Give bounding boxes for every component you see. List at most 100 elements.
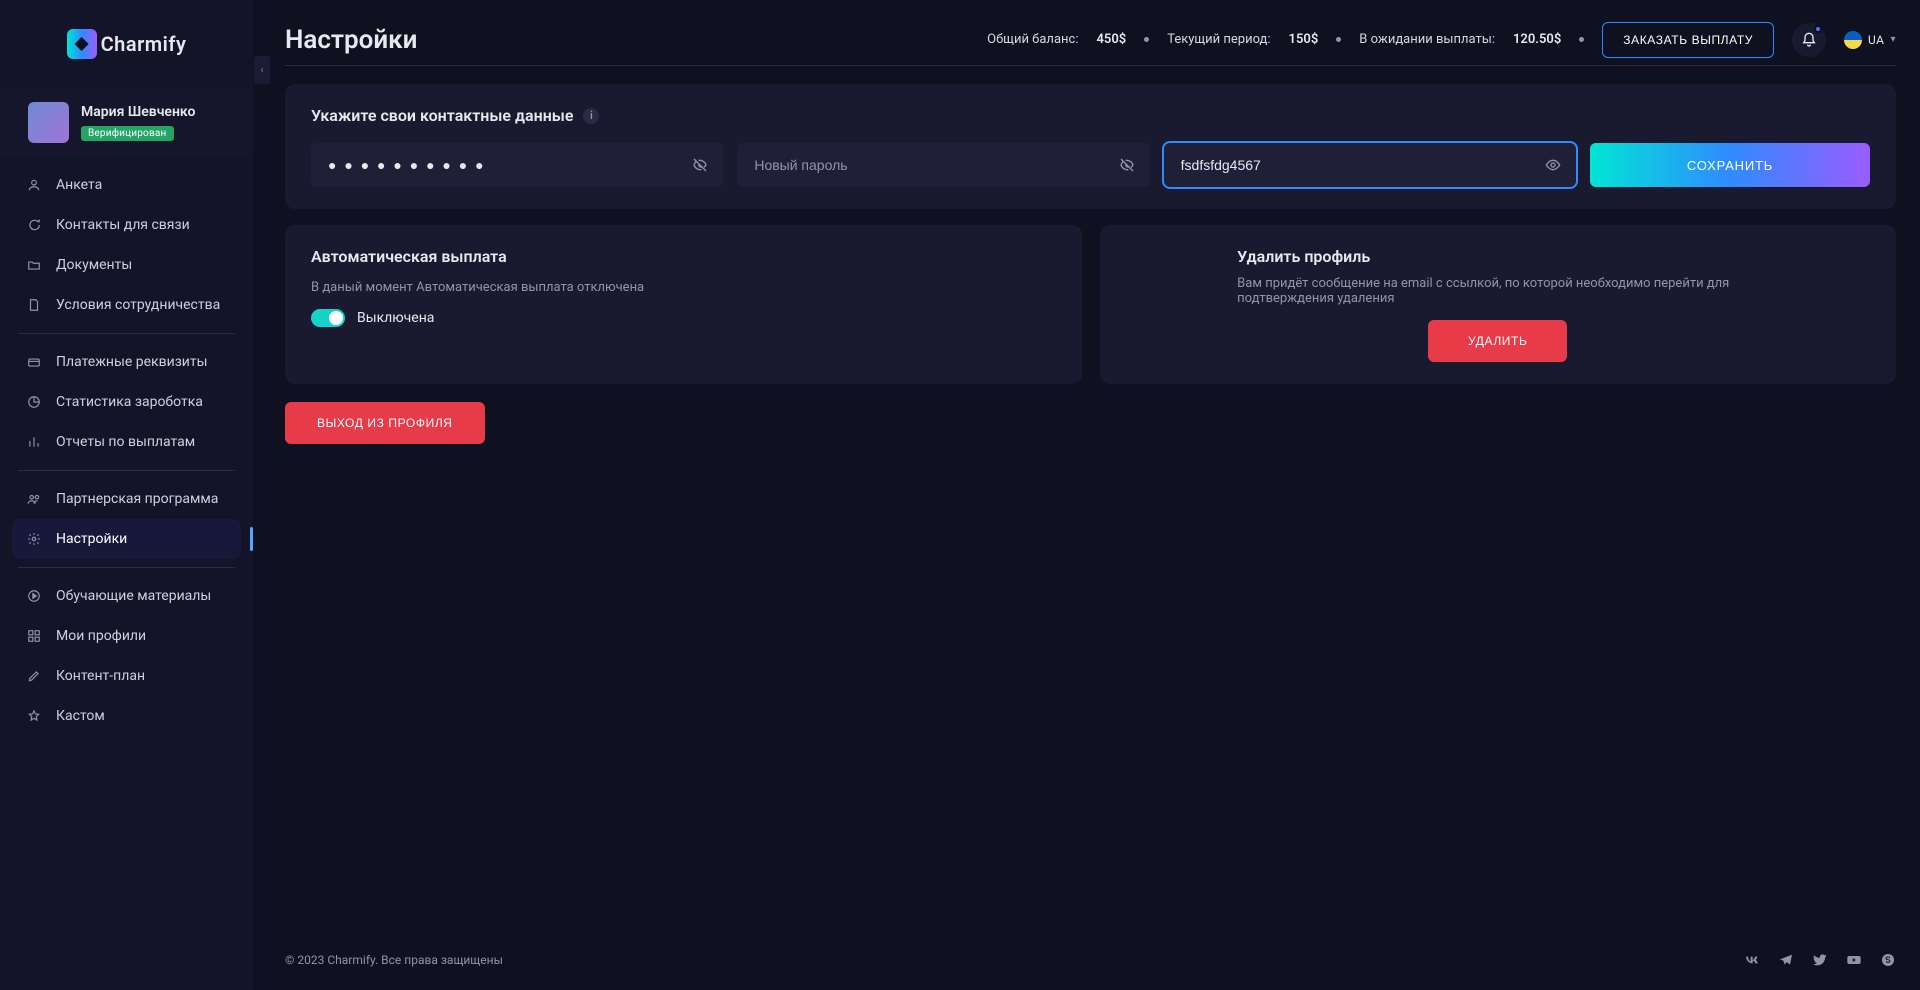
nav-item-earnings-stats[interactable]: Статистика зароботка	[12, 382, 241, 422]
profile-name: Мария Шевченко	[81, 104, 195, 120]
notification-dot-icon	[1814, 25, 1822, 33]
footer-socials	[1744, 952, 1896, 968]
sidebar-collapse-button[interactable]: ‹	[254, 56, 270, 84]
language-switcher[interactable]: UA ▾	[1844, 31, 1896, 49]
brand-name: Charmify	[101, 32, 187, 56]
chevron-down-icon: ▾	[1890, 34, 1896, 45]
eye-off-icon[interactable]	[1119, 157, 1135, 173]
toggle-state-label: Выключена	[357, 310, 434, 326]
footer: © 2023 Charmify. Все права защищены	[285, 930, 1896, 990]
lang-code: UA	[1868, 33, 1884, 47]
nav-item-profile-form[interactable]: Анкета	[12, 165, 241, 205]
nav-label: Условия сотрудничества	[56, 297, 220, 313]
nav: Анкета Контакты для связи Документы Усло…	[0, 157, 253, 744]
avatar	[28, 102, 69, 143]
nav-item-affiliate[interactable]: Партнерская программа	[12, 479, 241, 519]
text-input[interactable]	[1179, 156, 1535, 174]
nav-item-payment-details[interactable]: Платежные реквизиты	[12, 342, 241, 382]
auto-payout-toggle[interactable]	[311, 309, 345, 327]
auto-payout-card: Автоматическая выплата В даный момент Ав…	[285, 225, 1082, 384]
order-payout-button[interactable]: ЗАКАЗАТЬ ВЫПЛАТУ	[1602, 22, 1774, 58]
delete-profile-desc: Вам придёт сообщение на email с ссылкой,…	[1237, 276, 1758, 306]
profile-card[interactable]: Мария Шевченко Верифицирован	[0, 88, 253, 157]
info-icon[interactable]: i	[583, 108, 599, 124]
verified-badge: Верифицирован	[81, 126, 174, 141]
nav-label: Отчеты по выплатам	[56, 434, 195, 450]
total-balance-label: Общий баланс:	[987, 32, 1078, 47]
contact-card-title: Укажите свои контактные данные i	[311, 106, 1870, 125]
nav-item-content-plan[interactable]: Контент-план	[12, 656, 241, 696]
auto-payout-desc: В даный момент Автоматическая выплата от…	[311, 280, 1056, 295]
contact-inputs-row: СОХРАНИТЬ	[311, 143, 1870, 187]
total-balance-value: 450$	[1096, 32, 1126, 47]
nav-label: Статистика зароботка	[56, 394, 203, 410]
nav-label: Контакты для связи	[56, 217, 190, 233]
nav-label: Документы	[56, 257, 132, 273]
save-button[interactable]: СОХРАНИТЬ	[1590, 143, 1870, 187]
folder-icon	[26, 257, 42, 273]
current-period-value: 150$	[1289, 32, 1319, 47]
page-title: Настройки	[285, 25, 417, 55]
text-field[interactable]	[1164, 143, 1576, 187]
pencil-icon	[26, 668, 42, 684]
logout-button[interactable]: ВЫХОД ИЗ ПРОФИЛЯ	[285, 402, 485, 444]
gear-icon	[26, 531, 42, 547]
current-password-field[interactable]	[311, 143, 723, 187]
pie-icon	[26, 394, 42, 410]
eye-off-icon[interactable]	[692, 157, 708, 173]
auto-payout-toggle-row: Выключена	[311, 309, 1056, 327]
nav-label: Анкета	[56, 177, 102, 193]
grid-icon	[26, 628, 42, 644]
nav-label: Платежные реквизиты	[56, 354, 208, 370]
nav-item-contacts[interactable]: Контакты для связи	[12, 205, 241, 245]
bell-icon	[1801, 32, 1817, 48]
bars-icon	[26, 434, 42, 450]
youtube-icon[interactable]	[1846, 952, 1862, 968]
chevron-left-icon: ‹	[260, 65, 263, 76]
profile-meta: Мария Шевченко Верифицирован	[81, 104, 195, 141]
brand-logo[interactable]: Charmify	[67, 29, 187, 59]
notifications-button[interactable]	[1792, 23, 1826, 57]
eye-icon[interactable]	[1545, 157, 1561, 173]
vk-icon[interactable]	[1744, 952, 1760, 968]
topbar-right: Общий баланс: 450$ Текущий период: 150$ …	[987, 22, 1896, 58]
balance-group: Общий баланс: 450$ Текущий период: 150$ …	[987, 32, 1584, 47]
logo-area: Charmify	[0, 0, 253, 88]
twitter-icon[interactable]	[1812, 952, 1828, 968]
user-icon	[26, 177, 42, 193]
contact-data-card: Укажите свои контактные данные i СОХРАНИ…	[285, 84, 1896, 209]
new-password-field[interactable]	[737, 143, 1149, 187]
users-icon	[26, 491, 42, 507]
nav-item-learning[interactable]: Обучающие материалы	[12, 576, 241, 616]
delete-profile-button[interactable]: УДАЛИТЬ	[1428, 320, 1567, 362]
nav-label: Мои профили	[56, 628, 146, 644]
logo-mark-icon	[67, 29, 97, 59]
nav-item-settings[interactable]: Настройки	[12, 519, 241, 559]
contact-card-title-text: Укажите свои контактные данные	[311, 106, 573, 125]
delete-profile-card: Удалить профиль Вам придёт сообщение на …	[1100, 225, 1897, 384]
nav-item-payout-reports[interactable]: Отчеты по выплатам	[12, 422, 241, 462]
nav-item-terms[interactable]: Условия сотрудничества	[12, 285, 241, 325]
star-icon	[26, 708, 42, 724]
nav-divider	[18, 333, 235, 334]
nav-divider	[18, 567, 235, 568]
nav-item-my-profiles[interactable]: Мои профили	[12, 616, 241, 656]
delete-profile-left: Удалить профиль Вам придёт сообщение на …	[1237, 247, 1758, 306]
nav-label: Кастом	[56, 708, 105, 724]
nav-label: Обучающие материалы	[56, 588, 211, 604]
separator-dot	[1579, 37, 1584, 42]
telegram-icon[interactable]	[1778, 952, 1794, 968]
new-password-input[interactable]	[752, 156, 1108, 174]
sidebar: Charmify ‹ Мария Шевченко Верифицирован …	[0, 0, 253, 990]
nav-label: Партнерская программа	[56, 491, 218, 507]
current-password-input[interactable]	[326, 156, 682, 174]
pending-value: 120.50$	[1513, 32, 1561, 47]
main: Настройки Общий баланс: 450$ Текущий пер…	[253, 0, 1920, 990]
nav-item-custom[interactable]: Кастом	[12, 696, 241, 736]
doc-icon	[26, 297, 42, 313]
skype-icon[interactable]	[1880, 952, 1896, 968]
nav-item-documents[interactable]: Документы	[12, 245, 241, 285]
footer-copyright: © 2023 Charmify. Все права защищены	[285, 953, 503, 967]
pending-label: В ожидании выплаты:	[1359, 32, 1495, 47]
play-icon	[26, 588, 42, 604]
